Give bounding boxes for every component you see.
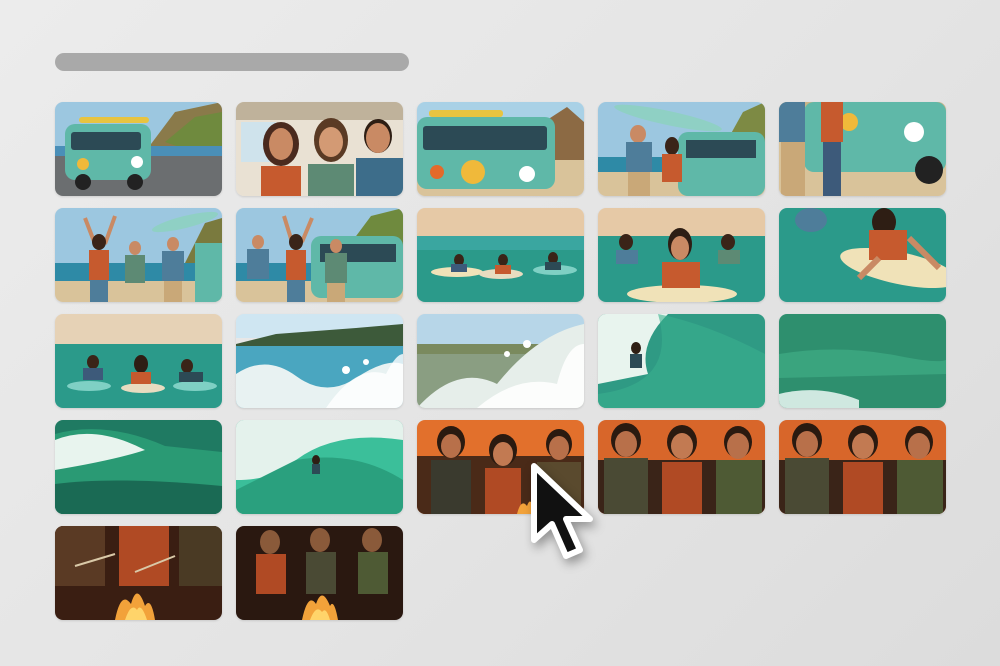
thumbnail-green-water[interactable] <box>779 314 946 408</box>
thumbnail-campfire-smiling[interactable] <box>598 420 765 514</box>
thumbnail-splash-shore[interactable] <box>236 314 403 408</box>
thumbnail-paddling-surfboard[interactable] <box>779 208 946 302</box>
project-title-placeholder <box>55 53 409 71</box>
clip-grid <box>55 102 946 620</box>
thumbnail-paddling-close[interactable] <box>598 208 765 302</box>
thumbnail-barrel-surfer[interactable] <box>236 420 403 514</box>
thumbnail-breaking-wave[interactable] <box>55 420 222 514</box>
thumbnail-campfire-marshmallows[interactable] <box>55 526 222 620</box>
thumbnail-paddling-three[interactable] <box>55 314 222 408</box>
thumbnail-cheering-van[interactable] <box>236 208 403 302</box>
thumbnail-surfboard-van[interactable] <box>598 102 765 196</box>
thumbnail-splash-water[interactable] <box>417 314 584 408</box>
thumbnail-van-interior-friends[interactable] <box>236 102 403 196</box>
thumbnail-campfire-smiling-2[interactable] <box>779 420 946 514</box>
thumbnail-campfire-night[interactable] <box>236 526 403 620</box>
thumbnail-van-road[interactable] <box>55 102 222 196</box>
thumbnail-campfire-sunset[interactable] <box>417 420 584 514</box>
thumbnail-cheering-beach[interactable] <box>55 208 222 302</box>
thumbnail-van-beach[interactable] <box>417 102 584 196</box>
thumbnail-van-closeup[interactable] <box>779 102 946 196</box>
thumbnail-paddling-wide[interactable] <box>417 208 584 302</box>
thumbnail-surfer-wave[interactable] <box>598 314 765 408</box>
